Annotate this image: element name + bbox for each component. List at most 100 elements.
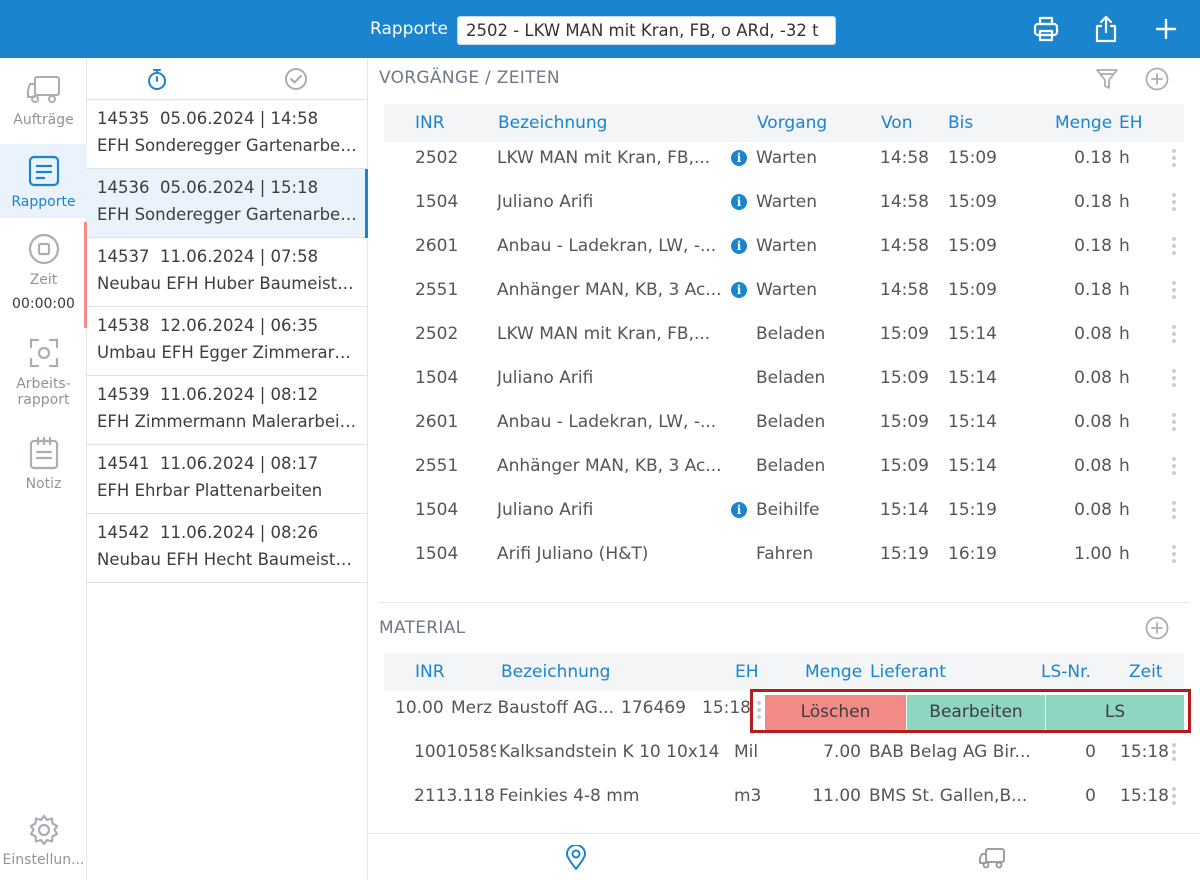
vorgang-row[interactable]: 1504 Juliano Arifi Warten 14:58 15:09 0.18 h i <box>384 183 1184 227</box>
more-icon[interactable] <box>1171 191 1177 215</box>
more-icon[interactable] <box>1171 785 1177 809</box>
material-row[interactable]: 10010589 Kalksandstein K 10 10x14... Mil 7.… <box>384 733 1184 777</box>
vorgang-bezeichnung: Anbau - Ladekran, LW, -... <box>497 236 717 256</box>
vorgang-row[interactable]: 2551 Anhänger MAN, KB, 3 Ac... Warten 14:58… <box>384 271 1184 315</box>
report-name: EFH Zimmermann Malerarbeiten <box>97 412 357 431</box>
vorgang-von: 14:58 <box>880 236 929 256</box>
report-nr: 14536 <box>97 178 150 197</box>
vorgang-inr: 2601 <box>415 412 459 432</box>
stopwatch-icon[interactable] <box>145 67 169 91</box>
more-icon[interactable] <box>756 699 762 723</box>
col-vorgang[interactable]: Vorgang <box>757 113 827 133</box>
material-bezeichnung: Feinkies 4-8 mm <box>499 786 640 806</box>
vorgang-row[interactable]: 2502 LKW MAN mit Kran, FB,... Beladen 15:09… <box>384 315 1184 359</box>
vorgang-type: Beladen <box>756 456 826 476</box>
check-circle-icon[interactable] <box>284 67 308 91</box>
vorgang-inr: 1504 <box>415 368 459 388</box>
more-icon[interactable] <box>1171 367 1177 391</box>
info-icon[interactable]: i <box>731 150 747 166</box>
nav-rapporte[interactable]: Rapporte <box>0 144 87 218</box>
vorgang-row[interactable]: 2601 Anbau - Ladekran, LW, -... Warten 14:5… <box>384 227 1184 271</box>
more-icon[interactable] <box>1171 499 1177 523</box>
col-eh[interactable]: EH <box>735 662 759 682</box>
col-bezeichnung[interactable]: Bezeichnung <box>501 662 610 682</box>
vorgang-menge: 0.08 <box>1074 412 1112 432</box>
report-item[interactable]: 14535 05.06.2024 | 14:58 EFH Sonderegger… <box>87 100 367 169</box>
col-lieferant[interactable]: Lieferant <box>870 662 946 682</box>
vorgang-von: 15:09 <box>880 324 929 344</box>
col-eh[interactable]: EH <box>1119 113 1143 133</box>
print-icon[interactable] <box>1031 14 1061 44</box>
vorgang-bezeichnung: LKW MAN mit Kran, FB,... <box>497 148 711 168</box>
info-icon[interactable]: i <box>731 282 747 298</box>
ls-button[interactable]: LS <box>1045 695 1184 730</box>
more-icon[interactable] <box>1171 411 1177 435</box>
nav-notiz[interactable]: Notiz <box>0 436 87 500</box>
report-nr: 14539 <box>97 385 150 404</box>
info-icon[interactable]: i <box>731 238 747 254</box>
add-material-icon[interactable] <box>1145 616 1169 640</box>
vorgang-type: Beladen <box>756 412 826 432</box>
location-pin-icon[interactable] <box>564 844 588 871</box>
col-bis[interactable]: Bis <box>948 113 973 133</box>
share-icon[interactable] <box>1091 14 1121 44</box>
material-lsnr: 0 <box>1085 786 1096 806</box>
timer-value: 00:00:00 <box>12 296 75 312</box>
col-lsnr[interactable]: LS-Nr. <box>1041 662 1091 682</box>
col-von[interactable]: Von <box>881 113 913 133</box>
vorgang-type: Warten <box>756 280 818 300</box>
more-icon[interactable] <box>1171 741 1177 765</box>
truck-tab-icon[interactable] <box>978 846 1006 870</box>
vorgang-row[interactable]: 1504 Arifi Juliano (H&T) Fahren 15:19 16:19 1… <box>384 535 1184 579</box>
report-item[interactable]: 14539 11.06.2024 | 08:12 EFH Zimmermann … <box>87 376 367 445</box>
col-zeit[interactable]: Zeit <box>1129 662 1163 682</box>
more-icon[interactable] <box>1171 235 1177 259</box>
vorgang-bis: 15:09 <box>948 280 997 300</box>
col-inr[interactable]: INR <box>415 662 445 682</box>
add-icon[interactable] <box>1151 14 1181 44</box>
vorgang-eh: h <box>1119 412 1130 432</box>
notepad-icon <box>29 436 58 470</box>
report-item[interactable]: 14542 11.06.2024 | 08:26 Neubau EFH Hech… <box>87 514 367 583</box>
filter-icon[interactable] <box>1095 67 1119 91</box>
material-lieferant: BMS St. Gallen,B... <box>869 786 1028 806</box>
col-inr[interactable]: INR <box>415 113 445 133</box>
vorgang-row[interactable]: 2551 Anhänger MAN, KB, 3 Ac... Beladen 15:0… <box>384 447 1184 491</box>
vorgang-row[interactable]: 2502 LKW MAN mit Kran, FB,... Warten 14:58 1… <box>384 139 1184 183</box>
vorgang-menge: 0.18 <box>1074 192 1112 212</box>
info-icon[interactable]: i <box>731 502 747 518</box>
report-item[interactable]: 14537 11.06.2024 | 07:58 Neubau EFH Hube… <box>87 238 367 307</box>
more-icon[interactable] <box>1171 323 1177 347</box>
nav-zeit[interactable]: Zeit 00:00:00 <box>0 232 87 322</box>
vorgang-bezeichnung: Arifi Juliano (H&T) <box>497 544 649 564</box>
report-item[interactable]: 14538 12.06.2024 | 06:35 Umbau EFH Egger… <box>87 307 367 376</box>
nav-arbeitsrapport-label-2: rapport <box>17 392 70 408</box>
vorgang-row[interactable]: 1504 Juliano Arifi Beihilfe 15:14 15:19 0.08 h… <box>384 491 1184 535</box>
vorgang-type: Beladen <box>756 368 826 388</box>
more-icon[interactable] <box>1171 455 1177 479</box>
material-row[interactable]: 2113.118 Feinkies 4-8 mm m3 11.00 BMS St. Ga… <box>384 777 1184 821</box>
edit-button[interactable]: Bearbeiten <box>906 695 1045 730</box>
nav-einstellungen[interactable]: Einstellun... <box>0 814 87 878</box>
vehicle-select[interactable]: 2502 - LKW MAN mit Kran, FB, o ARd, -32 … <box>457 16 836 45</box>
col-menge[interactable]: Menge <box>805 662 862 682</box>
more-icon[interactable] <box>1171 147 1177 171</box>
add-vorgang-icon[interactable] <box>1145 67 1169 91</box>
report-name: Neubau EFH Huber Baumeisterarbeiten <box>97 274 357 293</box>
info-icon[interactable]: i <box>731 194 747 210</box>
nav-auftraege[interactable]: Aufträge <box>0 74 87 144</box>
material-bezeichnung: Kalksandstein K 10 10x14... <box>499 742 721 762</box>
more-icon[interactable] <box>1171 543 1177 567</box>
report-item-selected[interactable]: 14536 05.06.2024 | 15:18 EFH Sonderegger… <box>87 169 368 238</box>
nav-arbeitsrapport[interactable]: Arbeits- rapport <box>0 336 87 420</box>
vorgang-row[interactable]: 2601 Anbau - Ladekran, LW, -... Beladen 15:… <box>384 403 1184 447</box>
vorgang-von: 14:58 <box>880 280 929 300</box>
col-bezeichnung[interactable]: Bezeichnung <box>498 113 607 133</box>
delete-button[interactable]: Löschen <box>765 695 906 730</box>
vorgang-row[interactable]: 1504 Juliano Arifi Beladen 15:09 15:14 0.08 h <box>384 359 1184 403</box>
report-icon <box>28 155 59 187</box>
col-menge[interactable]: Menge <box>1055 113 1112 133</box>
more-icon[interactable] <box>1171 279 1177 303</box>
report-item[interactable]: 14541 11.06.2024 | 08:17 EFH Ehrbar Plat… <box>87 445 367 514</box>
vorgang-bezeichnung: Juliano Arifi <box>497 500 594 520</box>
